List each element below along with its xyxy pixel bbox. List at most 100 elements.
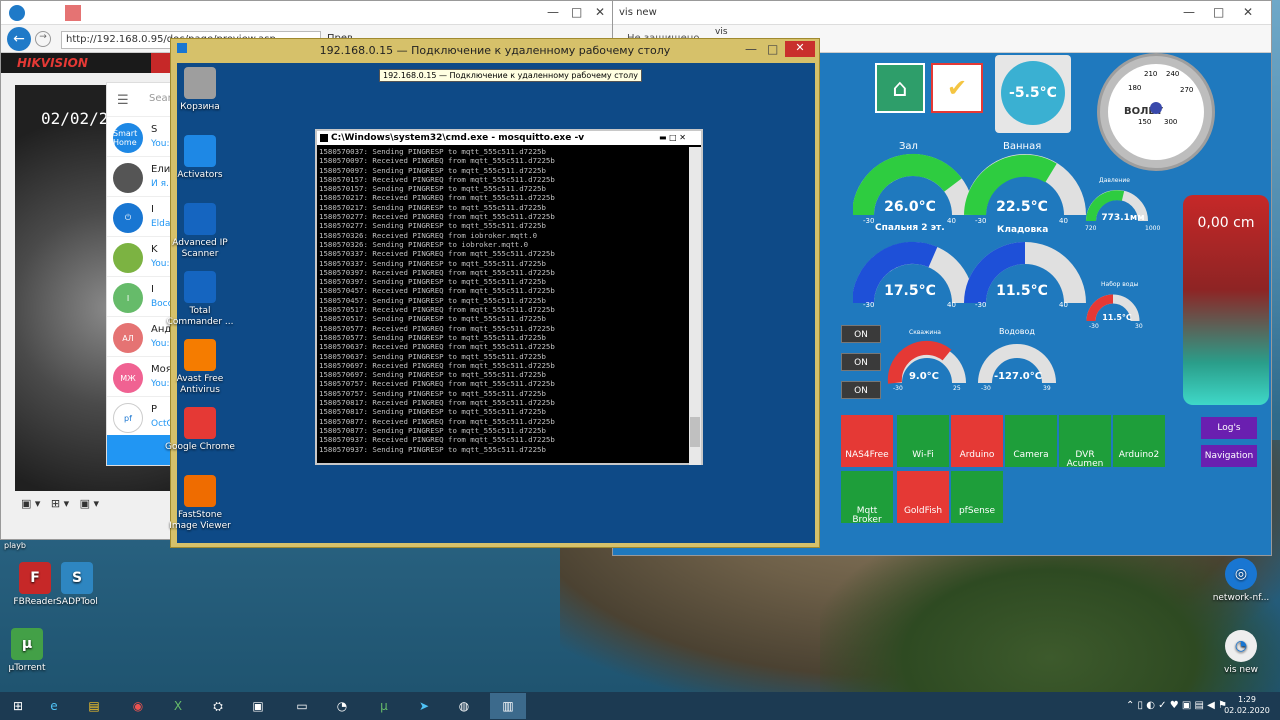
- taskbar-telegram-icon[interactable]: ➤: [406, 693, 442, 719]
- volt-tick-210: 210: [1144, 70, 1158, 78]
- taskbar-gauge-icon[interactable]: ◔: [324, 693, 360, 719]
- gauge-min-4: -30: [975, 301, 987, 309]
- rdp-minimize-button[interactable]: —: [745, 42, 757, 56]
- label-spalnya: Спальня 2 эт.: [875, 223, 945, 233]
- desktop-icon-utorrent[interactable]: µ µTorrent: [0, 628, 62, 674]
- cmd-scroll-thumb[interactable]: [690, 417, 700, 447]
- tile-goldfish[interactable]: GoldFish: [897, 471, 949, 523]
- cmd-line: 1580570637: Sending PINGRESP to mqtt_555…: [319, 351, 546, 361]
- pressure-max: 1000: [1145, 225, 1161, 232]
- camera-controls[interactable]: ▣ ▾ ⊞ ▾ ▣ ▾: [21, 497, 99, 510]
- cmd-line: 1580570577: Sending PINGRESP to mqtt_555…: [319, 332, 546, 342]
- cmd-line: 1580570277: Sending PINGRESP to mqtt_555…: [319, 221, 546, 231]
- rdp-desktop-icon[interactable]: Total Commander ...: [165, 271, 235, 328]
- rdp-desktop-icon[interactable]: FastStone Image Viewer: [165, 475, 235, 532]
- desktop-icon-network[interactable]: ◎ network-nf...: [1206, 558, 1276, 604]
- rdp-desktop-icon[interactable]: Avast Free Antivirus: [165, 339, 235, 396]
- tile-dvr-acumen[interactable]: DVR Acumen: [1059, 415, 1111, 469]
- minimize-button[interactable]: —: [547, 5, 559, 19]
- tile-arduino2[interactable]: Arduino2: [1113, 415, 1165, 467]
- sadptool-icon: S: [61, 562, 93, 594]
- voltmeter: ВОЛЬТ 180 210 240 270 150 300: [1097, 53, 1215, 171]
- label-davlenie: Давление: [1099, 177, 1130, 184]
- rdp-app-icon-glyph: [184, 475, 216, 507]
- hamburger-icon[interactable]: ☰: [117, 93, 129, 108]
- taskbar-chrome-icon[interactable]: ◉: [120, 693, 156, 719]
- cmd-line: 1580570277: Received PINGREQ from mqtt_5…: [319, 212, 555, 222]
- taskbar-ie-icon[interactable]: e: [36, 693, 72, 719]
- rdp-icon-label: Корзина: [180, 102, 220, 112]
- navigation-button[interactable]: Navigation: [1201, 445, 1257, 467]
- taskbar-monitor-icon[interactable]: ▭: [284, 693, 320, 719]
- rdp-desktop-icon[interactable]: Корзина: [165, 67, 235, 113]
- taskbar-save-icon[interactable]: ▣: [240, 693, 276, 719]
- rdp-close-button[interactable]: ✕: [785, 41, 815, 57]
- taskbar-utorrent-icon[interactable]: µ: [366, 693, 402, 719]
- chat-preview: You:: [151, 259, 170, 269]
- water-value: 11.5°C: [1102, 313, 1132, 322]
- tile-pfsense[interactable]: pfSense: [951, 471, 1003, 523]
- rdp-desktop-icon[interactable]: Advanced IP Scanner: [165, 203, 235, 260]
- desktop-icon-sadptool[interactable]: S SADPTool: [42, 562, 112, 608]
- gauge-icon: ◔: [1225, 630, 1257, 662]
- cmd-line: 1580570217: Sending PINGRESP to mqtt_555…: [319, 202, 546, 212]
- volt-tick-270: 270: [1180, 86, 1194, 94]
- fire-house-icon[interactable]: ⌂: [875, 63, 925, 113]
- chat-name: K: [151, 244, 158, 255]
- network-icon: ◎: [1225, 558, 1257, 590]
- close-button[interactable]: ✕: [595, 5, 605, 19]
- tile-nas4free[interactable]: NAS4Free: [841, 415, 893, 467]
- volt-tick-180: 180: [1128, 84, 1142, 92]
- rdp-maximize-button[interactable]: □: [767, 42, 778, 56]
- temp-vannaya: 22.5°C: [996, 199, 1048, 215]
- taskbar-rdp-icon[interactable]: ▥: [490, 693, 526, 719]
- skv-max: 25: [953, 385, 961, 392]
- tile-mqtt-broker[interactable]: Mqtt Broker: [841, 471, 893, 525]
- tile-arduino[interactable]: Arduino: [951, 415, 1003, 467]
- rdp-icon-label: Advanced IP Scanner: [172, 238, 228, 259]
- cmd-line: 1580570337: Sending PINGRESP to mqtt_555…: [319, 258, 546, 268]
- desktop-icon-vis[interactable]: ◔ vis new: [1206, 630, 1276, 676]
- rdp-desktop-icon[interactable]: Activators: [165, 135, 235, 181]
- pressure-min: 720: [1085, 225, 1097, 232]
- logs-button[interactable]: Log's: [1201, 417, 1257, 439]
- taskbar: ⊞ e ▤ ◉ X ⛭ ▣ ▭ ◔ µ ➤ ◍ ▥ ⌃ ▯ ◐ ✓ ♥ ▣ ▤ …: [0, 692, 1280, 720]
- cmd-window-controls[interactable]: ▬ □ ✕: [659, 133, 686, 142]
- avatar: [113, 243, 143, 273]
- taskbar-network-icon[interactable]: ⛭: [200, 693, 236, 719]
- rdp-desktop-icon[interactable]: Google Chrome: [165, 407, 235, 453]
- forward-button[interactable]: →: [35, 31, 51, 47]
- switch-on-1[interactable]: ON: [841, 325, 881, 343]
- cmd-line: 1580570697: Sending PINGRESP to mqtt_555…: [319, 370, 546, 380]
- tray-clock[interactable]: 1:29 02.02.2020: [1222, 694, 1272, 716]
- switch-on-2[interactable]: ON: [841, 353, 881, 371]
- rdp-app-icon-glyph: [184, 135, 216, 167]
- taskbar-folder-icon[interactable]: ▤: [76, 693, 112, 719]
- vis-maximize-button[interactable]: □: [1213, 5, 1224, 19]
- label-zal: Зал: [899, 141, 918, 152]
- maximize-button[interactable]: □: [571, 5, 582, 19]
- gauge-max-3: 40: [947, 301, 956, 309]
- avatar: pf: [113, 403, 143, 433]
- gauge-min-3: -30: [863, 301, 875, 309]
- tile-wi-fi[interactable]: Wi-Fi: [897, 415, 949, 467]
- vis-tab-label[interactable]: vis new: [619, 7, 657, 18]
- taskbar-globe-icon[interactable]: ◍: [446, 693, 482, 719]
- taskbar-excel-icon[interactable]: X: [160, 693, 196, 719]
- volt-tick-240: 240: [1166, 70, 1180, 78]
- tile-camera[interactable]: Camera: [1005, 415, 1057, 467]
- rdp-tooltip: 192.168.0.15 — Подключение к удаленному …: [379, 69, 643, 82]
- temp-kladovka: 11.5°C: [996, 283, 1048, 299]
- vis-tabbar: vis new — □ ✕: [613, 1, 1271, 25]
- back-button[interactable]: ←: [7, 27, 31, 51]
- cmd-window[interactable]: C:\Windows\system32\cmd.exe - mosquitto.…: [315, 129, 703, 465]
- gauge-max-2: 40: [1059, 217, 1068, 225]
- vis-close-button[interactable]: ✕: [1243, 5, 1253, 19]
- tray-icons[interactable]: ⌃ ▯ ◐ ✓ ♥ ▣ ▤ ◀ ⚑: [1126, 700, 1227, 711]
- switch-on-3[interactable]: ON: [841, 381, 881, 399]
- cmd-line: 1580570757: Received PINGREQ from mqtt_5…: [319, 379, 555, 389]
- shield-check-icon[interactable]: ✔: [931, 63, 983, 113]
- cmd-scrollbar[interactable]: [689, 147, 701, 465]
- vis-minimize-button[interactable]: —: [1183, 5, 1195, 19]
- start-button[interactable]: ⊞: [0, 693, 36, 719]
